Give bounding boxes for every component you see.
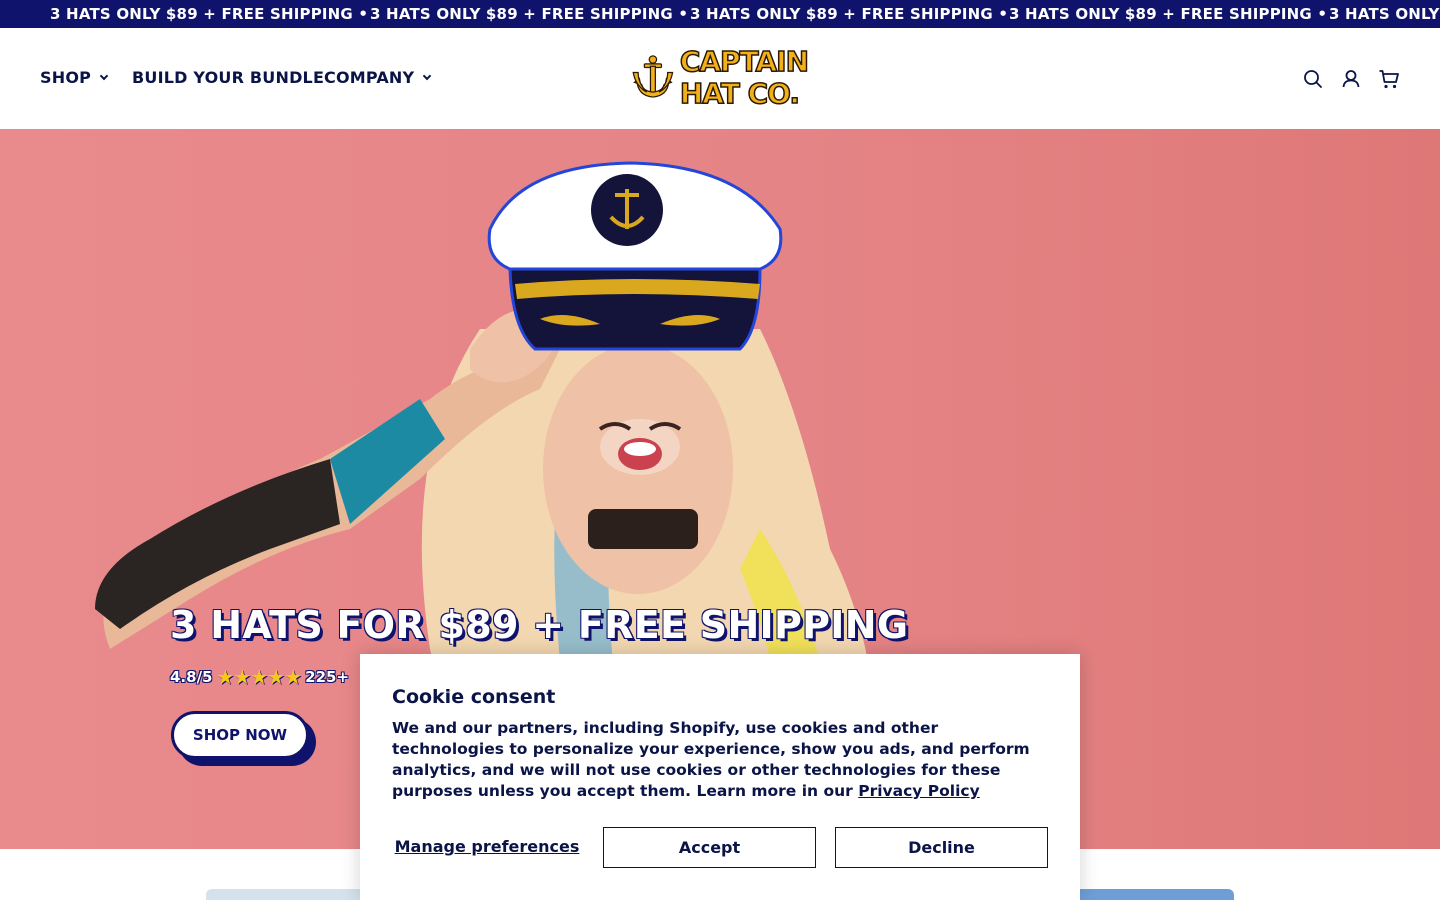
announcement-text: 3 HATS ONLY $89 + FREE SHIPPING • bbox=[370, 5, 689, 23]
nav-build-your-bundle[interactable]: BUILD YOUR BUNDLE bbox=[132, 66, 324, 90]
announcement-text: 3 HATS ONLY $89 + FREE SHIPPING • bbox=[1329, 5, 1440, 23]
cookie-consent-dialog: Cookie consent We and our partners, incl… bbox=[360, 654, 1080, 900]
account-icon[interactable] bbox=[1340, 68, 1362, 90]
search-icon[interactable] bbox=[1302, 68, 1324, 90]
decline-button[interactable]: Decline bbox=[835, 827, 1048, 868]
collection-card[interactable] bbox=[1074, 889, 1234, 900]
manage-preferences-button[interactable]: Manage preferences bbox=[392, 827, 582, 867]
shop-now-button[interactable]: SHOP NOW bbox=[171, 711, 309, 759]
nav-company[interactable]: COMPANY bbox=[324, 66, 432, 90]
site-header: SHOP BUILD YOUR BUNDLE COMPANY CAPTAIN H… bbox=[0, 28, 1440, 129]
anchor-logo-icon bbox=[632, 55, 674, 98]
cart-icon[interactable] bbox=[1378, 68, 1400, 90]
cookie-title: Cookie consent bbox=[392, 686, 556, 708]
hero-title: 3 HATS FOR $89 + FREE SHIPPING bbox=[170, 603, 909, 647]
rating-summary: 4.8/5 ★★★★★ 225+ bbox=[170, 665, 349, 689]
announcement-bar: 3 HATS ONLY $89 + FREE SHIPPING • 3 HATS… bbox=[0, 0, 1440, 28]
rating-score: 4.8/5 bbox=[170, 668, 213, 686]
logo-wordmark: CAPTAIN HAT CO. bbox=[679, 45, 810, 111]
announcement-text: 3 HATS ONLY $89 + FREE SHIPPING • bbox=[1009, 5, 1328, 23]
cookie-body: We and our partners, including Shopify, … bbox=[392, 718, 1052, 802]
announcement-text: 3 HATS ONLY $89 + FREE SHIPPING • bbox=[50, 5, 369, 23]
nav-company-label: COMPANY bbox=[324, 68, 415, 87]
logo-line-2: HAT CO. bbox=[679, 77, 801, 111]
nav-shop[interactable]: SHOP bbox=[40, 66, 109, 90]
review-count: 225+ bbox=[305, 668, 350, 686]
announcement-text: 3 HATS ONLY $89 + FREE SHIPPING • bbox=[690, 5, 1009, 23]
nav-bundle-label: BUILD YOUR BUNDLE bbox=[132, 68, 325, 87]
privacy-policy-link[interactable]: Privacy Policy bbox=[858, 782, 980, 800]
logo-line-1: CAPTAIN bbox=[679, 45, 810, 79]
collection-card[interactable] bbox=[206, 889, 366, 900]
accept-button[interactable]: Accept bbox=[603, 827, 816, 868]
nav-shop-label: SHOP bbox=[40, 68, 92, 87]
chevron-down-icon bbox=[423, 71, 432, 81]
star-rating-icon: ★★★★★ bbox=[216, 665, 303, 689]
chevron-down-icon bbox=[99, 71, 109, 81]
site-logo[interactable]: CAPTAIN HAT CO. bbox=[632, 38, 810, 118]
